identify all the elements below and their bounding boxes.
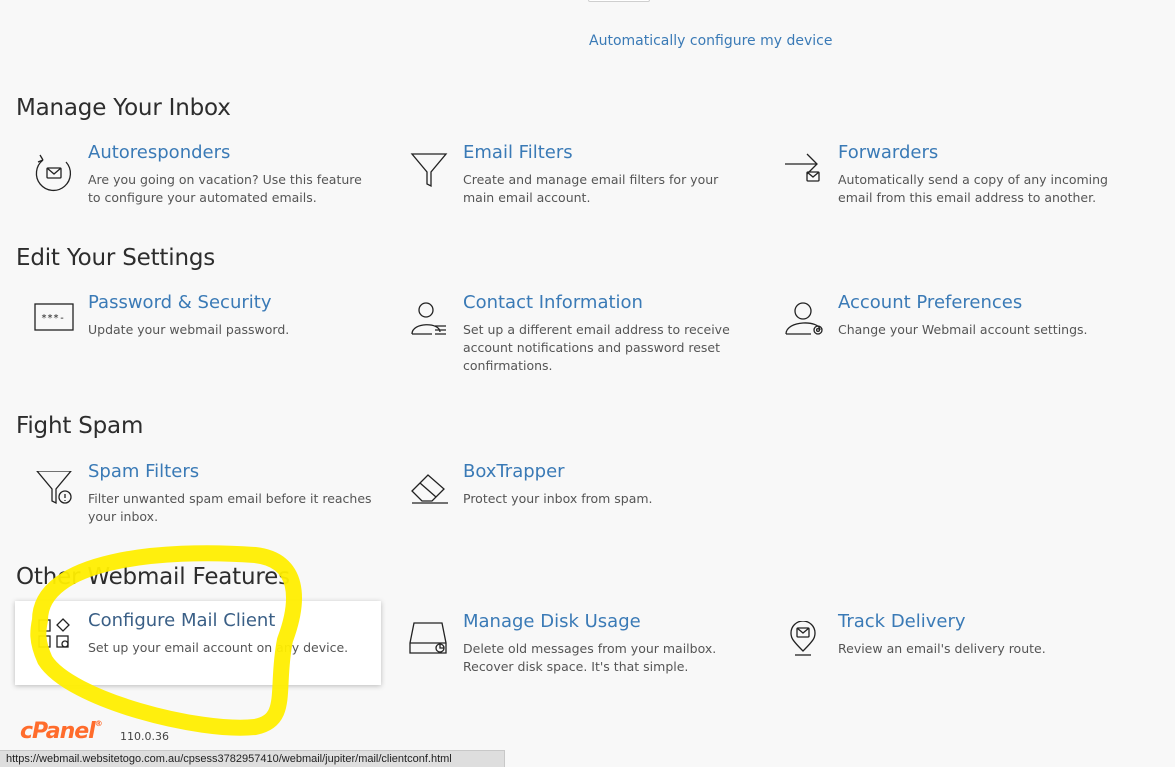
card-title[interactable]: Email Filters — [463, 142, 573, 163]
card-description: Automatically send a copy of any incomin… — [838, 172, 1108, 205]
card-title[interactable]: Contact Information — [463, 292, 643, 313]
location-pin-icon — [783, 620, 825, 667]
section-title-manage-inbox: Manage Your Inbox — [16, 95, 231, 121]
card-manage-disk-usage[interactable]: Manage Disk Usage Delete old messages fr… — [390, 611, 756, 707]
card-description: Update your webmail password. — [88, 322, 290, 337]
card-title[interactable]: Track Delivery — [838, 611, 966, 632]
card-boxtrapper[interactable]: BoxTrapper Protect your inbox from spam. — [390, 461, 756, 557]
eraser-icon — [408, 471, 450, 517]
card-description: Protect your inbox from spam. — [463, 491, 653, 506]
password-icon: ***- — [33, 302, 75, 348]
card-description: Filter unwanted spam email before it rea… — [88, 491, 372, 524]
card-description: Set up a different email address to rece… — [463, 322, 730, 373]
apps-icon — [33, 618, 75, 664]
autoresponder-icon — [33, 152, 75, 198]
cpanel-logo: cPanel® — [20, 719, 103, 744]
card-title[interactable]: BoxTrapper — [463, 461, 565, 482]
top-input-stub — [588, 0, 650, 2]
card-forwarders[interactable]: Forwarders Automatically send a copy of … — [765, 142, 1131, 238]
card-title[interactable]: Manage Disk Usage — [463, 611, 641, 632]
card-description: Review an email's delivery route. — [838, 641, 1046, 656]
card-account-preferences[interactable]: Account Preferences Change your Webmail … — [765, 292, 1131, 388]
svg-text:***-: ***- — [41, 313, 65, 324]
card-description: Are you going on vacation? Use this feat… — [88, 172, 362, 205]
version-number: 110.0.36 — [120, 730, 169, 743]
section-title-other-features: Other Webmail Features — [16, 564, 290, 590]
spam-filter-icon — [33, 470, 75, 517]
card-contact-information[interactable]: Contact Information Set up a different e… — [390, 292, 756, 388]
card-description: Change your Webmail account settings. — [838, 322, 1088, 337]
contact-icon — [408, 302, 450, 348]
card-description: Set up your email account on any device. — [88, 640, 349, 655]
auto-configure-link[interactable]: Automatically configure my device — [589, 33, 832, 49]
card-title[interactable]: Account Preferences — [838, 292, 1022, 313]
card-configure-mail-client[interactable]: Configure Mail Client Set up your email … — [15, 601, 381, 685]
card-title[interactable]: Forwarders — [838, 142, 938, 163]
section-title-fight-spam: Fight Spam — [16, 413, 144, 439]
card-title[interactable]: Autoresponders — [88, 142, 230, 163]
user-settings-icon — [783, 302, 825, 348]
card-description: Delete old messages from your mailbox. R… — [463, 641, 717, 674]
card-description: Create and manage email filters for your… — [463, 172, 719, 205]
card-email-filters[interactable]: Email Filters Create and manage email fi… — [390, 142, 756, 238]
card-autoresponders[interactable]: Autoresponders Are you going on vacation… — [15, 142, 381, 238]
card-title[interactable]: Configure Mail Client — [88, 610, 275, 631]
forward-icon — [783, 152, 825, 198]
section-title-edit-settings: Edit Your Settings — [16, 245, 215, 271]
disk-icon — [408, 621, 450, 667]
card-password-security[interactable]: ***- Password & Security Update your web… — [15, 292, 381, 388]
card-spam-filters[interactable]: Spam Filters Filter unwanted spam email … — [15, 461, 381, 557]
filter-icon — [408, 152, 450, 198]
card-track-delivery[interactable]: Track Delivery Review an email's deliver… — [765, 611, 1131, 707]
browser-status-bar: https://webmail.websitetogo.com.au/cpses… — [0, 750, 505, 767]
card-title[interactable]: Spam Filters — [88, 461, 199, 482]
card-title[interactable]: Password & Security — [88, 292, 271, 313]
